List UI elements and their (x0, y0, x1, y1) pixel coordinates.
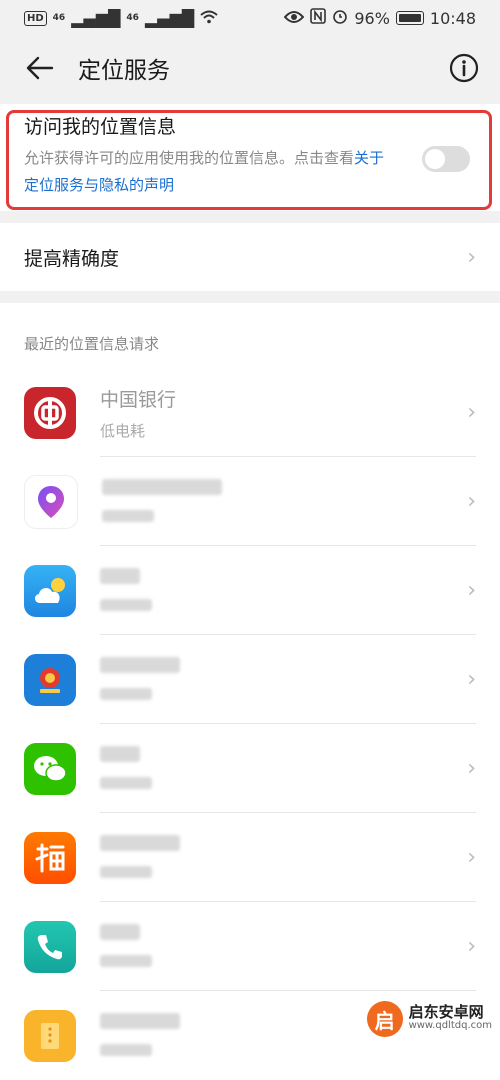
blurred-text (102, 509, 154, 522)
wifi-icon (200, 9, 218, 28)
app-power-usage-blurred (100, 864, 467, 882)
app-power-usage-blurred (100, 686, 467, 704)
chevron-right-icon: › (467, 400, 476, 425)
accuracy-label: 提高精确度 (24, 247, 120, 270)
boc-icon (24, 386, 76, 439)
recent-app-list: 中国银行 低电耗 › › › › › › › (0, 368, 500, 1080)
eye-icon (283, 9, 305, 28)
signal-1-icon: ▂▄▆█ (71, 8, 121, 28)
app-row[interactable]: 中国银行 低电耗 › (0, 368, 500, 457)
app-texts (100, 656, 467, 704)
app-texts (100, 923, 467, 971)
blurred-text (100, 1043, 152, 1056)
blurred-text (100, 598, 152, 611)
app-row[interactable]: › (0, 813, 500, 902)
clock: 10:48 (429, 8, 476, 28)
info-icon (449, 53, 479, 83)
blurred-text (100, 656, 180, 673)
back-arrow-icon (26, 56, 54, 80)
app-texts (100, 745, 467, 793)
watermark-title: 启东安卓网 (408, 1003, 484, 1021)
watermark: 启 启东安卓网 www.qdltdq.com (366, 1001, 492, 1037)
chevron-right-icon: › (467, 756, 476, 781)
app-texts (100, 567, 467, 615)
app-texts (100, 834, 467, 882)
highlight-box (6, 110, 492, 210)
blurred-text (100, 954, 152, 967)
status-bar: HD 46 ▂▄▆█ 46 ▂▄▆█ 96% 10:48 (0, 0, 500, 36)
location-toggle[interactable] (422, 146, 470, 172)
chevron-right-icon: › (467, 845, 476, 870)
blurred-text (100, 745, 140, 762)
app-power-usage-blurred (100, 775, 467, 793)
app-texts (102, 478, 467, 526)
signal-1-label: 46 (52, 13, 66, 23)
tax-emblem-icon (24, 653, 76, 706)
app-row[interactable]: › (0, 902, 500, 991)
location-access-card: 访问我的位置信息 允许获得许可的应用使用我的位置信息。点击查看关于定位服务与隐私… (0, 104, 500, 211)
app-header: 定位服务 (0, 36, 500, 100)
watermark-text: 启东安卓网 www.qdltdq.com (409, 1005, 492, 1033)
battery-icon (395, 11, 424, 25)
back-button[interactable] (20, 48, 60, 88)
app-power-usage-blurred (100, 953, 467, 971)
app-name-blurred (102, 478, 467, 500)
blurred-text (100, 865, 152, 878)
signal-2-icon: ▂▄▆█ (144, 8, 195, 28)
chevron-right-icon: › (467, 934, 476, 959)
blurred-text (100, 834, 180, 851)
app-name: 中国银行 (100, 388, 177, 411)
chevron-right-icon: › (467, 489, 476, 514)
battery-percent: 96% (354, 8, 390, 28)
nfc-icon (310, 8, 327, 28)
app-row[interactable]: › (0, 457, 500, 546)
recent-requests-header: 最近的位置信息请求 (0, 303, 500, 368)
status-right: 96% 10:48 (283, 8, 476, 28)
watermark-logo: 启 (366, 1001, 403, 1037)
toggle-knob (425, 149, 445, 169)
blurred-text (100, 567, 140, 584)
app-power-usage-blurred (100, 1042, 476, 1060)
chevron-right-icon: › (467, 244, 476, 270)
app-name-blurred (100, 567, 467, 589)
page-title: 定位服务 (78, 58, 170, 84)
chevron-right-icon: › (467, 667, 476, 692)
info-button[interactable] (448, 52, 480, 84)
app-power-usage: 低电耗 (100, 421, 146, 440)
blurred-text (100, 923, 140, 940)
wechat-icon (24, 742, 76, 795)
alarm-icon (332, 8, 348, 28)
watermark-url: www.qdltdq.com (408, 1020, 492, 1031)
blurred-text (100, 776, 152, 789)
hd-badge: HD (24, 10, 47, 26)
app-name-blurred (100, 923, 467, 945)
app-power-usage-blurred (102, 508, 467, 526)
signal-2-label: 46 (126, 13, 139, 23)
map-pin-icon (24, 474, 78, 529)
app-row[interactable]: › (0, 724, 500, 813)
status-left: HD 46 ▂▄▆█ 46 ▂▄▆█ (24, 9, 218, 28)
blurred-text (102, 478, 222, 495)
app-row[interactable]: › (0, 635, 500, 724)
weather-icon (24, 564, 76, 617)
app-name-blurred (100, 745, 467, 767)
app-texts: 中国银行 低电耗 (100, 385, 467, 441)
files-icon (24, 1009, 76, 1062)
app-name-blurred (100, 834, 467, 856)
taobao-icon (24, 831, 76, 884)
chevron-right-icon: › (467, 578, 476, 603)
blurred-text (100, 687, 152, 700)
blurred-text (100, 1012, 180, 1029)
app-power-usage-blurred (100, 597, 467, 615)
app-row[interactable]: › (0, 546, 500, 635)
app-name-blurred (100, 656, 467, 678)
phone-icon (24, 920, 76, 973)
accuracy-row[interactable]: 提高精确度 › (0, 223, 500, 291)
